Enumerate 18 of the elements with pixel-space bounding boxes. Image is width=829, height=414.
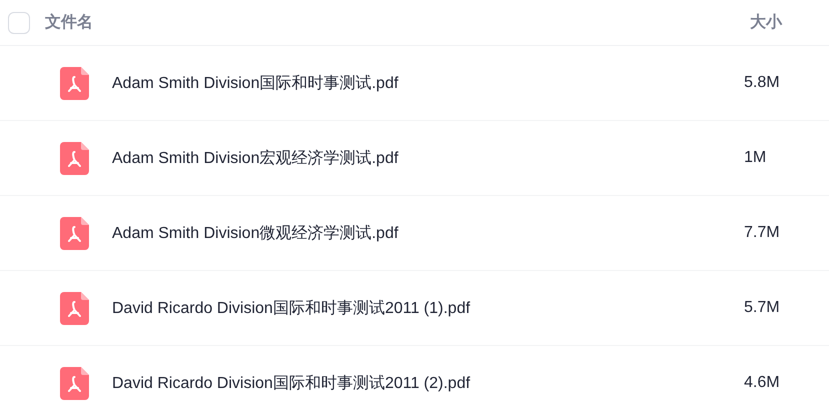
file-name[interactable]: Adam Smith Division国际和时事测试.pdf — [112, 72, 744, 94]
file-name[interactable]: Adam Smith Division微观经济学测试.pdf — [112, 222, 744, 244]
pdf-file-icon — [60, 142, 89, 174]
file-name[interactable]: David Ricardo Division国际和时事测试2011 (2).pdf — [112, 372, 744, 394]
file-size: 1M — [744, 149, 768, 167]
pdf-file-icon — [60, 66, 89, 100]
pdf-file-icon — [60, 292, 89, 324]
file-size: 5.7M — [744, 299, 781, 317]
column-header: 大小 — [750, 12, 784, 33]
column-header: 文件名 — [45, 12, 94, 33]
select-all-checkbox[interactable] — [8, 12, 30, 34]
pdf-file-icon — [60, 366, 89, 400]
file-size: 4.6M — [744, 374, 781, 392]
file-name[interactable]: David Ricardo Division国际和时事测试2011 (1).pdf — [112, 298, 744, 318]
file-size: 7.7M — [744, 224, 781, 242]
file-size: 5.8M — [744, 74, 781, 92]
pdf-file-icon — [60, 216, 89, 250]
file-name[interactable]: Adam Smith Division宏观经济学测试.pdf — [112, 148, 744, 168]
